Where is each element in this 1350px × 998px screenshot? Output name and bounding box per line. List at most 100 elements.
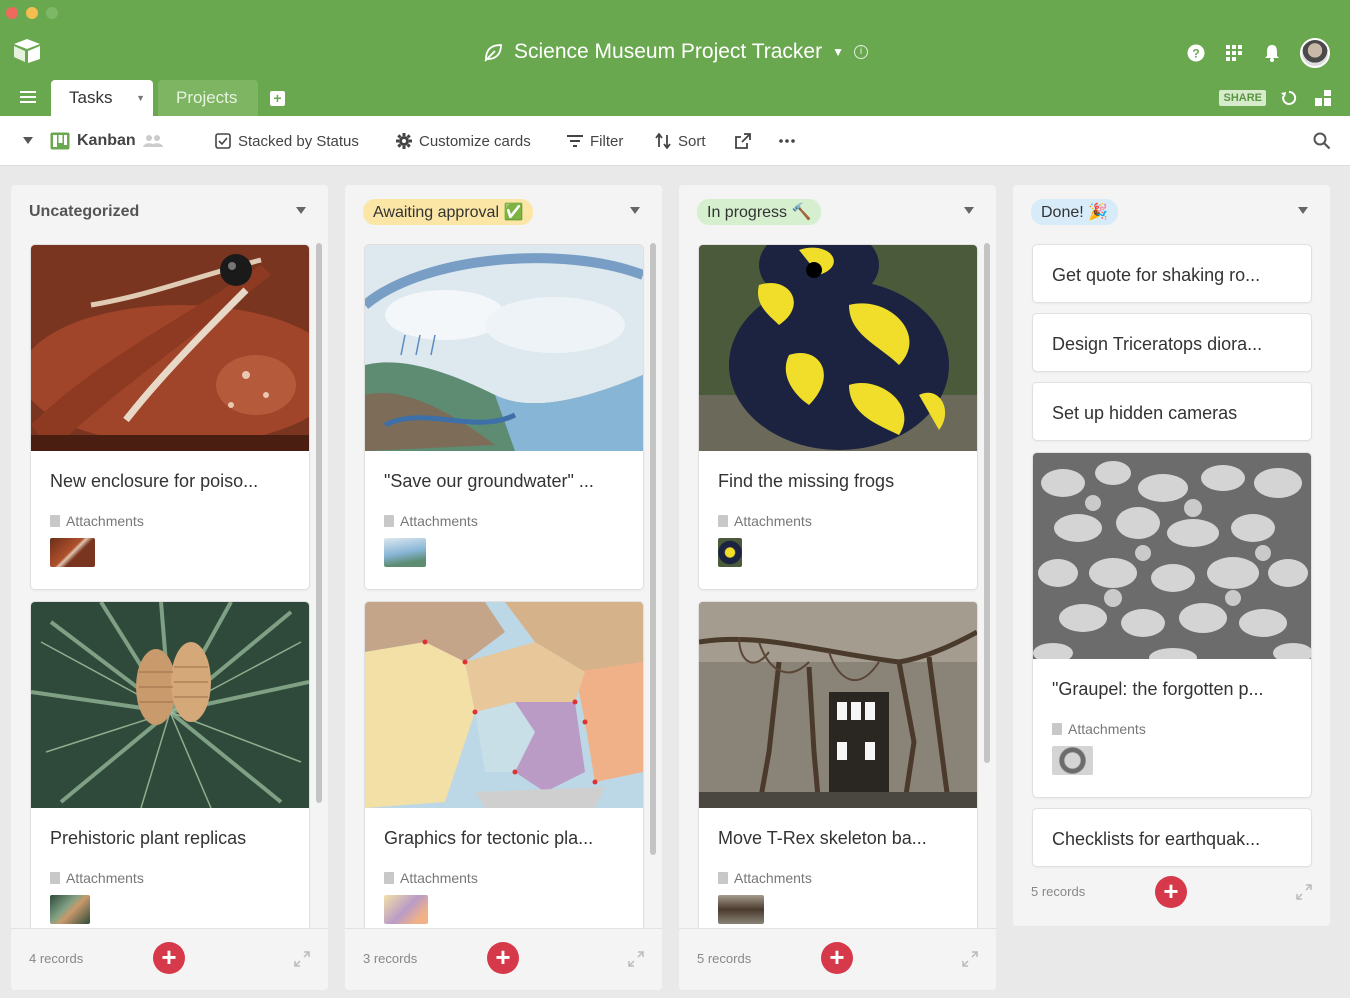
chevron-down-icon[interactable] [1298,207,1308,214]
attachment-file-icon [718,872,728,884]
column-label: Done! 🎉 [1031,199,1119,225]
record-card[interactable]: "Save our groundwater" ... Attachments [365,245,643,589]
column-footer: 5 records + [679,928,996,990]
avatar[interactable] [1300,38,1330,68]
expand-icon[interactable] [962,951,978,967]
attachments-label: Attachments [718,513,812,529]
add-record-icon[interactable]: + [1155,876,1187,908]
add-record-icon[interactable]: + [153,942,185,974]
attachments-label-text: Attachments [400,513,478,529]
attachments-label: Attachments [50,513,144,529]
stacked-by-button[interactable]: Stacked by Status [215,116,359,166]
filter-icon [567,135,583,147]
record-card[interactable]: Move T-Rex skeleton ba... Attachments [699,602,977,942]
checkbox-icon [215,133,231,149]
apps-grid-icon[interactable] [1224,43,1244,63]
attachments-label-text: Attachments [66,870,144,886]
column-in-progress: In progress 🔨 Find the missing frogs Att… [679,185,996,990]
attachments-label: Attachments [384,870,478,886]
attachments-label: Attachments [1052,721,1146,737]
record-card[interactable]: Get quote for shaking ro... [1033,245,1311,302]
column-header[interactable]: Done! 🎉 [1031,199,1119,225]
attachment-file-icon [50,872,60,884]
column-awaiting-approval: Awaiting approval ✅ "Save our groundwate… [345,185,662,990]
record-card[interactable]: Checklists for earthquak... [1033,809,1311,866]
info-icon[interactable]: i [854,45,868,59]
column-label: Uncategorized [29,203,140,220]
filter-button[interactable]: Filter [567,116,623,166]
history-icon[interactable] [1280,89,1298,107]
attachments-label: Attachments [384,513,478,529]
record-card[interactable]: "Graupel: the forgotten p... Attachments [1033,453,1311,797]
sort-button[interactable]: Sort [655,116,706,166]
help-icon[interactable]: ? [1186,43,1206,63]
filter-label: Filter [590,132,624,150]
scrollbar[interactable] [650,243,656,855]
attachment-thumbnail[interactable] [384,895,428,924]
column-header[interactable]: Uncategorized [29,200,139,224]
column-header[interactable]: In progress 🔨 [697,199,822,225]
collaborators-icon [142,135,163,147]
table-tabs: Tasks ▼ Projects + SHARE [0,80,1350,116]
close-window-button[interactable] [6,7,18,19]
minimize-window-button[interactable] [26,7,38,19]
record-card[interactable]: Prehistoric plant replicas Attachments [31,602,309,942]
customize-cards-label: Customize cards [419,132,531,150]
record-card[interactable]: Set up hidden cameras [1033,383,1311,440]
add-record-icon[interactable]: + [821,942,853,974]
attachment-thumbnail[interactable] [718,538,742,567]
attachments-label: Attachments [50,870,144,886]
customize-cards-button[interactable]: Customize cards [396,116,531,166]
column-header[interactable]: Awaiting approval ✅ [363,199,534,225]
svg-text:?: ? [1192,47,1199,61]
blocks-icon[interactable] [1314,89,1332,107]
hamburger-icon[interactable] [20,90,36,104]
tab-label: Projects [176,88,238,107]
attachments-label-text: Attachments [66,513,144,529]
card-title: "Save our groundwater" ... [384,471,594,491]
scrollbar[interactable] [984,243,990,763]
bell-icon[interactable] [1262,43,1282,63]
collapse-caret-icon[interactable] [23,116,33,166]
search-icon[interactable] [1313,116,1331,166]
header-actions: ? [1186,38,1330,68]
attachment-thumbnail[interactable] [50,895,90,924]
expand-icon[interactable] [294,951,310,967]
share-view-icon[interactable] [735,116,751,166]
attachment-thumbnail[interactable] [384,538,426,567]
base-title[interactable]: Science Museum Project Tracker ▼ i [0,40,1350,64]
sort-label: Sort [678,132,706,150]
attachment-thumbnail[interactable] [50,538,95,567]
record-card[interactable]: Design Triceratops diora... [1033,314,1311,371]
share-button[interactable]: SHARE [1219,90,1266,106]
view-switcher[interactable]: Kanban [50,116,163,166]
add-record-icon[interactable]: + [487,942,519,974]
column-footer: 3 records + [345,928,662,990]
window-controls [6,7,58,19]
chevron-down-icon[interactable] [296,207,306,214]
scrollbar[interactable] [316,243,322,803]
record-card[interactable]: Graphics for tectonic pla... Attachments [365,602,643,942]
record-card[interactable]: New enclosure for poiso... Attachments [31,245,309,589]
tab-projects[interactable]: Projects [158,80,258,116]
column-uncategorized: Uncategorized New enclosure for poiso...… [11,185,328,990]
chevron-down-icon[interactable] [964,207,974,214]
attachment-file-icon [1052,723,1062,735]
expand-icon[interactable] [1296,884,1312,900]
column-footer: 4 records + [11,928,328,990]
add-table-icon[interactable]: + [270,91,285,106]
zoom-window-button[interactable] [46,7,58,19]
chevron-down-icon[interactable]: ▼ [136,93,145,103]
chevron-down-icon[interactable] [630,207,640,214]
tab-tasks[interactable]: Tasks ▼ [51,80,153,116]
chevron-down-icon[interactable]: ▼ [832,45,844,59]
attachment-thumbnail[interactable] [1052,746,1093,775]
tectonic-plates-map-image [365,602,643,808]
column-label: In progress 🔨 [697,199,822,225]
expand-icon[interactable] [628,951,644,967]
record-card[interactable]: Find the missing frogs Attachments [699,245,977,589]
card-title: Graphics for tectonic pla... [384,828,594,848]
more-icon[interactable] [779,116,795,166]
dart-frog-photo [699,245,977,451]
attachment-thumbnail[interactable] [718,895,764,924]
